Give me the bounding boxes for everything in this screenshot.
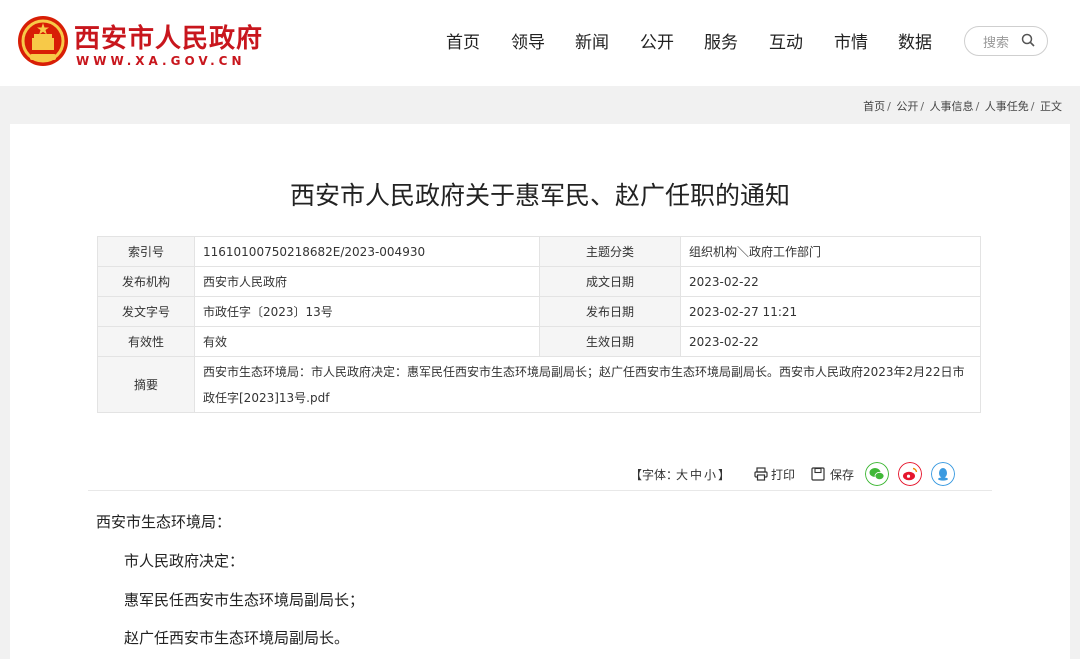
created-date-label: 成文日期 [539,266,681,297]
content-divider [88,490,992,491]
save-button[interactable]: 保存 [830,466,854,483]
index-label: 索引号 [97,236,195,267]
doc-number-label: 发文字号 [97,296,195,327]
site-header: 西安市人民政府 WWW.XA.GOV.CN 首页 领导 新闻 公开 服务 互动 … [0,0,1080,86]
font-size-large[interactable]: 大 [676,466,688,483]
weibo-share-icon[interactable] [898,462,922,486]
qq-share-icon[interactable] [931,462,955,486]
breadcrumb: 首页 / 公开 / 人事信息 / 人事任免 / 正文 [863,98,1062,114]
doc-number-value: 市政任字〔2023〕13号 [194,296,540,327]
breadcrumb-separator: / [887,100,891,113]
article-salutation: 西安市生态环境局： [96,513,232,531]
national-emblem-icon [18,16,68,66]
font-size-small[interactable]: 小 [704,466,716,483]
logo-title: 西安市人民政府 [74,24,264,54]
breadcrumb-current: 正文 [1040,100,1062,113]
print-icon[interactable] [754,467,768,481]
search-placeholder: 搜索 [983,36,1010,51]
validity-value: 有效 [194,326,540,357]
issuer-label: 发布机构 [97,266,195,297]
search-icon[interactable] [1021,33,1035,47]
article-card: 西安市人民政府关于惠军民、赵广任职的通知 索引号 116101007502186… [10,124,1070,659]
nav-item-interaction[interactable]: 互动 [769,28,803,53]
article-paragraph: 赵广任西安市生态环境局副局长。 [124,629,350,647]
breadcrumb-public[interactable]: 公开 [896,100,918,113]
article-title: 西安市人民政府关于惠军民、赵广任职的通知 [289,181,790,210]
table-row: 发文字号 市政任字〔2023〕13号 发布日期 2023-02-27 11:21 [97,296,981,327]
font-size-suffix: 】 [718,468,731,482]
article-paragraph: 市人民政府决定： [124,552,245,570]
table-row: 索引号 11610100750218682E/2023-004930 主题分类 … [97,236,981,267]
table-row: 有效性 有效 生效日期 2023-02-22 [97,326,981,357]
breadcrumb-separator: / [920,100,925,113]
validity-label: 有效性 [97,326,195,357]
published-date-value: 2023-02-27 11:21 [680,296,981,327]
table-row: 发布机构 西安市人民政府 成文日期 2023-02-22 [97,266,981,297]
table-row: 摘要 西安市生态环境局：市人民政府决定：惠军民任西安市生态环境局副局长；赵广任西… [97,356,981,413]
font-size-prefix: 【字体： [630,468,679,482]
effective-date-value: 2023-02-22 [680,326,981,357]
nav-item-data[interactable]: 数据 [898,28,932,53]
article-metadata-table: 索引号 11610100750218682E/2023-004930 主题分类 … [97,236,981,413]
breadcrumb-appointments[interactable]: 人事任免 [985,100,1029,113]
created-date-value: 2023-02-22 [680,266,981,297]
site-logo[interactable]: 西安市人民政府 WWW.XA.GOV.CN [16,12,276,72]
font-size-medium[interactable]: 中 [690,466,702,483]
print-button[interactable]: 打印 [771,466,795,483]
save-icon[interactable] [811,467,825,481]
nav-item-city-info[interactable]: 市情 [834,28,868,53]
topic-label: 主题分类 [539,236,681,267]
published-date-label: 发布日期 [539,296,681,327]
nav-item-home[interactable]: 首页 [446,28,480,53]
nav-item-services[interactable]: 服务 [704,28,738,53]
abstract-label: 摘要 [97,356,195,413]
effective-date-label: 生效日期 [539,326,681,357]
breadcrumb-separator: / [975,100,980,113]
wechat-share-icon[interactable] [865,462,889,486]
abstract-value: 西安市生态环境局：市人民政府决定：惠军民任西安市生态环境局副局长；赵广任西安市生… [194,356,981,413]
search-input[interactable]: 搜索 [964,26,1048,56]
nav-item-news[interactable]: 新闻 [575,28,609,53]
issuer-value: 西安市人民政府 [194,266,540,297]
logo-url: WWW.XA.GOV.CN [76,54,246,68]
article-paragraph: 惠军民任西安市生态环境局副局长； [124,591,365,609]
breadcrumb-home[interactable]: 首页 [863,100,885,113]
topic-value: 组织机构＼政府工作部门 [680,236,981,267]
index-value: 11610100750218682E/2023-004930 [194,236,540,267]
breadcrumb-separator: / [1030,100,1035,113]
nav-item-leaders[interactable]: 领导 [511,28,545,53]
breadcrumb-personnel-info[interactable]: 人事信息 [930,100,974,113]
nav-item-public[interactable]: 公开 [640,28,674,53]
